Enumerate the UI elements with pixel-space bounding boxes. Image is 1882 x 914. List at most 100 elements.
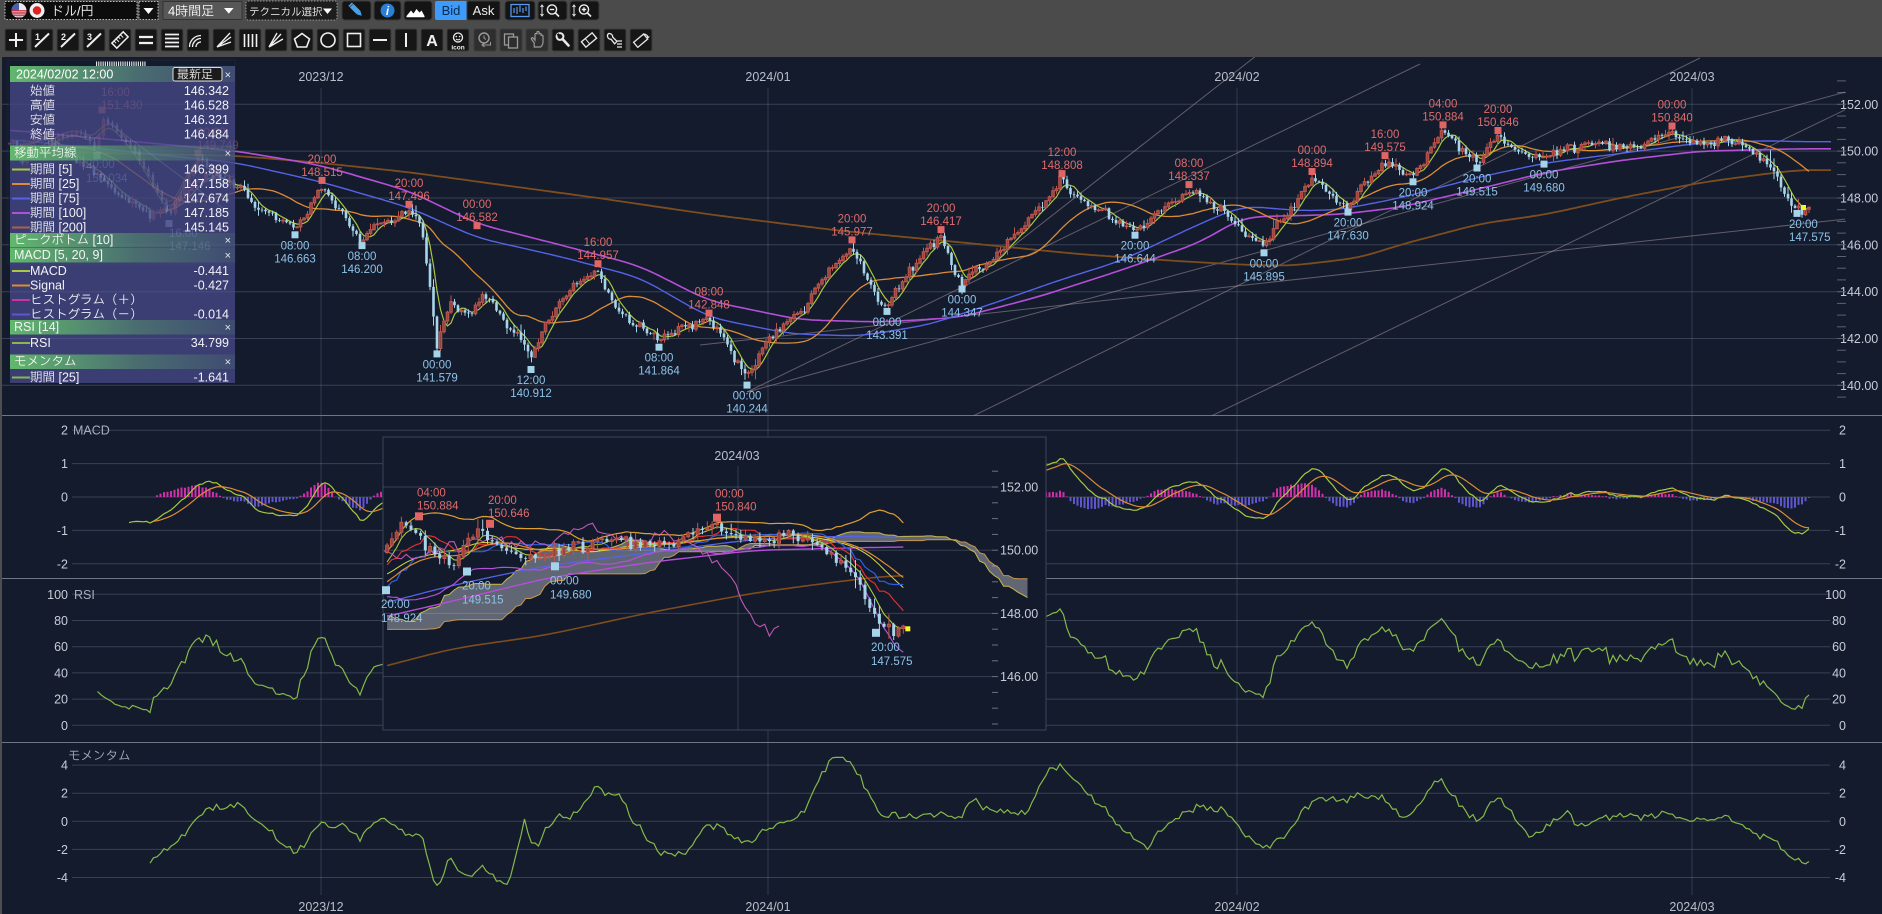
- svg-text:16:00: 16:00: [584, 237, 613, 249]
- svg-text:100: 100: [1825, 588, 1846, 602]
- svg-text:150.840: 150.840: [1651, 113, 1693, 125]
- svg-text:2024/01: 2024/01: [745, 70, 790, 84]
- svg-text:148.00: 148.00: [1000, 607, 1038, 621]
- svg-text:[75]: [75]: [55, 192, 79, 206]
- svg-text:150.646: 150.646: [488, 508, 530, 520]
- svg-text:40: 40: [54, 666, 68, 680]
- svg-text:08:00: 08:00: [645, 353, 674, 365]
- svg-text:20:00: 20:00: [1463, 174, 1492, 186]
- svg-text:0: 0: [61, 491, 68, 505]
- svg-text:145.895: 145.895: [1243, 271, 1285, 283]
- svg-text:20:00: 20:00: [1484, 104, 1513, 116]
- svg-text:×: ×: [225, 235, 231, 247]
- svg-text:MACD: MACD: [73, 424, 110, 438]
- svg-text:2024/03: 2024/03: [1669, 70, 1714, 84]
- svg-text:[5]: [5]: [55, 163, 72, 177]
- svg-text:[25]: [25]: [55, 177, 79, 191]
- svg-text:20: 20: [1832, 693, 1846, 707]
- svg-text:08:00: 08:00: [281, 240, 310, 252]
- svg-text:04:00: 04:00: [1429, 98, 1458, 110]
- svg-text:149.515: 149.515: [462, 595, 504, 607]
- svg-text:00:00: 00:00: [423, 359, 452, 371]
- svg-text:149.515: 149.515: [1456, 187, 1498, 199]
- svg-text:147.674: 147.674: [184, 192, 229, 206]
- svg-text:148.924: 148.924: [1392, 200, 1434, 212]
- svg-text:20:00: 20:00: [1789, 219, 1818, 231]
- svg-text:144.957: 144.957: [577, 250, 619, 262]
- svg-text:147.185: 147.185: [184, 206, 229, 220]
- svg-text:144.347: 144.347: [941, 308, 983, 320]
- svg-text:08:00: 08:00: [1175, 158, 1204, 170]
- svg-text:2: 2: [61, 787, 68, 801]
- svg-text:1: 1: [35, 32, 40, 42]
- svg-text:-2: -2: [1835, 843, 1846, 857]
- svg-text:-1: -1: [1835, 524, 1846, 538]
- svg-text:148.808: 148.808: [1041, 160, 1083, 172]
- svg-text:2: 2: [1839, 787, 1846, 801]
- svg-text:12:00: 12:00: [1048, 147, 1077, 159]
- svg-text:3: 3: [87, 32, 92, 42]
- svg-text:148.337: 148.337: [1168, 171, 1210, 183]
- svg-text:146.200: 146.200: [341, 264, 383, 276]
- svg-text:2: 2: [61, 32, 66, 42]
- svg-text:0: 0: [1839, 815, 1846, 829]
- svg-text:149.575: 149.575: [1364, 142, 1406, 154]
- svg-text:-1: -1: [57, 524, 68, 538]
- svg-text:146.417: 146.417: [920, 216, 962, 228]
- svg-text:146.342: 146.342: [184, 84, 229, 98]
- svg-text:×: ×: [225, 250, 231, 262]
- svg-text:-2: -2: [57, 843, 68, 857]
- svg-text:60: 60: [1832, 640, 1846, 654]
- svg-text:00:00: 00:00: [550, 575, 579, 587]
- svg-text:12:00: 12:00: [517, 375, 546, 387]
- svg-text:20:00: 20:00: [462, 581, 491, 593]
- svg-text:140.244: 140.244: [726, 404, 768, 416]
- svg-text:[25]: [25]: [55, 371, 79, 385]
- svg-text:146.484: 146.484: [184, 128, 229, 142]
- svg-text:142.848: 142.848: [688, 300, 730, 312]
- svg-text:147.158: 147.158: [184, 177, 229, 191]
- svg-text:2023/12: 2023/12: [298, 70, 343, 84]
- svg-text:143.391: 143.391: [866, 330, 908, 342]
- svg-text:20:00: 20:00: [1334, 218, 1363, 230]
- svg-text:-0.441: -0.441: [194, 264, 229, 278]
- svg-text:-4: -4: [1835, 871, 1846, 885]
- svg-text:150.646: 150.646: [1477, 117, 1519, 129]
- svg-text:149.680: 149.680: [550, 589, 592, 601]
- svg-text:MACD: MACD: [30, 264, 67, 278]
- svg-text:146.00: 146.00: [1000, 670, 1038, 684]
- svg-text:1: 1: [1839, 457, 1846, 471]
- svg-text:148.894: 148.894: [1291, 158, 1333, 170]
- svg-text:147.496: 147.496: [388, 191, 430, 203]
- svg-text:20:00: 20:00: [871, 642, 900, 654]
- svg-text:147.575: 147.575: [871, 656, 913, 668]
- svg-text:4: 4: [61, 759, 68, 773]
- svg-text:16:00: 16:00: [1371, 129, 1400, 141]
- svg-text:×: ×: [225, 357, 231, 369]
- svg-text:146.321: 146.321: [184, 113, 229, 127]
- svg-text:2024/02: 2024/02: [1214, 70, 1259, 84]
- svg-text:[200]: [200]: [55, 221, 86, 235]
- svg-text:148.924: 148.924: [381, 613, 423, 625]
- svg-text:2: 2: [1839, 424, 1846, 438]
- svg-text:20:00: 20:00: [1399, 187, 1428, 199]
- svg-text:×: ×: [225, 322, 231, 334]
- svg-text:34.799: 34.799: [191, 336, 229, 350]
- svg-text:×: ×: [225, 148, 231, 160]
- svg-text:150.840: 150.840: [715, 502, 757, 514]
- svg-text:147.630: 147.630: [1327, 231, 1369, 243]
- svg-text:2024/03: 2024/03: [1669, 900, 1714, 914]
- svg-text:20:00: 20:00: [308, 154, 337, 166]
- svg-text:20: 20: [54, 693, 68, 707]
- svg-text:[10]: [10]: [89, 233, 113, 247]
- svg-text:-4: -4: [57, 871, 68, 885]
- svg-text:08:00: 08:00: [348, 251, 377, 263]
- svg-text:40: 40: [1832, 666, 1846, 680]
- svg-text:146.399: 146.399: [184, 163, 229, 177]
- svg-text:Signal: Signal: [30, 279, 65, 293]
- svg-text:00:00: 00:00: [715, 489, 744, 501]
- svg-text:00:00: 00:00: [1298, 145, 1327, 157]
- svg-text:00:00: 00:00: [1658, 100, 1687, 112]
- svg-text:0: 0: [61, 815, 68, 829]
- svg-text:100: 100: [47, 588, 68, 602]
